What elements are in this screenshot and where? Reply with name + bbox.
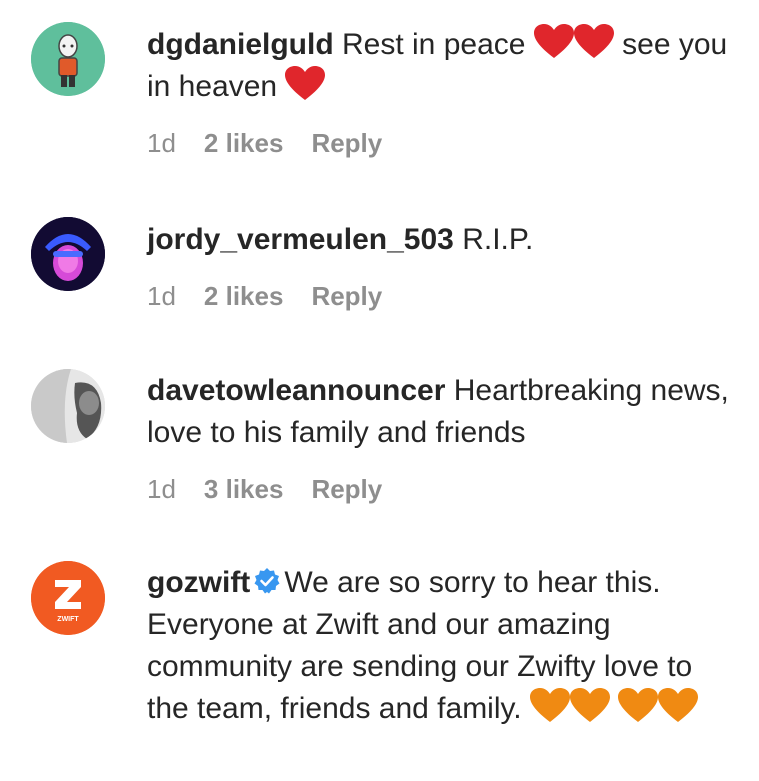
username[interactable]: dgdanielguld (147, 28, 334, 61)
comment-meta: 1d 3 likes Reply (147, 474, 382, 505)
red-heart-icon (285, 66, 326, 100)
photo-avatar-icon (31, 369, 105, 443)
svg-text:ZWIFT: ZWIFT (57, 616, 79, 623)
red-heart-icon (573, 24, 614, 58)
comment-text: Rest in peace (342, 28, 526, 61)
orange-heart-icon (569, 688, 610, 722)
cartoon-person-icon (31, 22, 105, 96)
comment-body: gozwift We are so sorry to hear this. Eve… (147, 562, 739, 730)
comment-text: R.I.P. (462, 223, 534, 256)
red-heart-icon (533, 24, 574, 58)
likes-count[interactable]: 3 likes (204, 474, 284, 505)
username[interactable]: jordy_vermeulen_503 (147, 223, 454, 256)
timestamp: 1d (147, 474, 176, 504)
comment-meta: 1d 2 likes Reply (147, 128, 382, 159)
reply-button[interactable]: Reply (311, 281, 382, 312)
orange-heart-icon (618, 688, 659, 722)
username[interactable]: davetowleannouncer (147, 374, 445, 407)
zwift-logo-icon: ZWIFT (31, 561, 105, 635)
comment-body: jordy_vermeulen_503 R.I.P. (147, 219, 739, 261)
comment-body: dgdanielguld Rest in peace see you in he… (147, 24, 739, 108)
likes-count[interactable]: 2 likes (204, 128, 284, 159)
username[interactable]: gozwift (147, 566, 250, 599)
orange-heart-icon (658, 688, 699, 722)
avatar[interactable]: ZWIFT (31, 561, 105, 635)
likes-count[interactable]: 2 likes (204, 281, 284, 312)
avatar[interactable] (31, 22, 105, 96)
neon-face-icon (31, 217, 105, 291)
verified-badge-icon (254, 568, 280, 594)
avatar[interactable] (31, 369, 105, 443)
reply-button[interactable]: Reply (311, 128, 382, 159)
timestamp: 1d (147, 281, 176, 311)
comment-body: davetowleannouncer Heartbreaking news, l… (147, 370, 739, 454)
avatar[interactable] (31, 217, 105, 291)
orange-heart-icon (529, 688, 570, 722)
comment-meta: 1d 2 likes Reply (147, 281, 382, 312)
reply-button[interactable]: Reply (311, 474, 382, 505)
timestamp: 1d (147, 128, 176, 158)
